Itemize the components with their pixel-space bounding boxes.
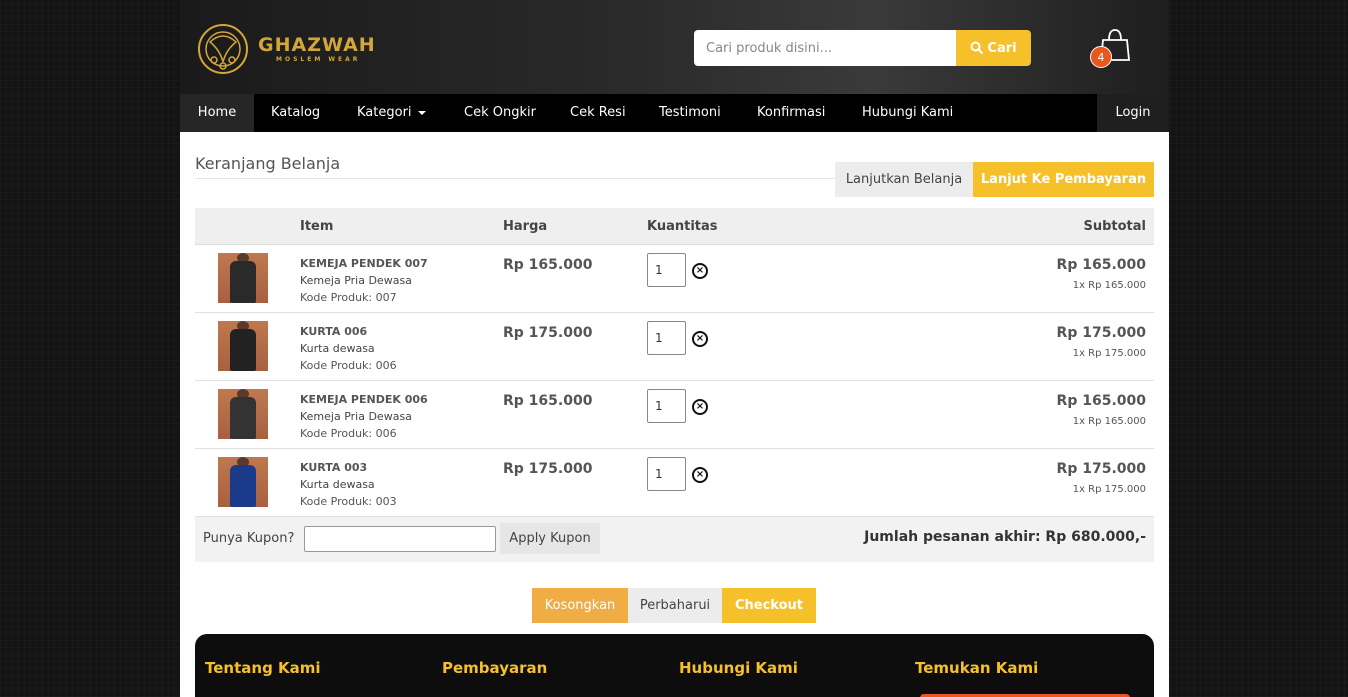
header-qty: Kuantitas	[647, 219, 718, 234]
brand-tagline: MOSLEM WEAR	[276, 56, 361, 63]
checkout-button[interactable]: Checkout	[722, 588, 816, 623]
product-category: Kurta dewasa	[300, 342, 375, 355]
login-button[interactable]: Login	[1097, 94, 1169, 132]
brand-logo[interactable]: GHAZWAH MOSLEM WEAR	[196, 22, 376, 78]
footer-heading-about: Tentang Kami	[205, 659, 321, 677]
product-price: Rp 165.000	[503, 393, 593, 409]
header-subtotal: Subtotal	[1083, 219, 1146, 234]
product-thumbnail[interactable]	[218, 457, 268, 507]
remove-item-icon[interactable]: ×	[692, 331, 708, 347]
header-price: Harga	[503, 219, 548, 234]
main-nav: Home Katalog Kategori Cek Ongkir Cek Res…	[180, 94, 1169, 132]
search-input[interactable]	[694, 30, 956, 66]
quantity-input[interactable]	[647, 253, 686, 287]
caret-down-icon	[417, 110, 426, 115]
cart-table: Item Harga Kuantitas Subtotal KEMEJA PEN…	[195, 208, 1154, 562]
cart-button[interactable]: 4	[1090, 26, 1130, 68]
nav-label: Cek Resi	[570, 105, 626, 120]
product-category: Kurta dewasa	[300, 478, 375, 491]
nav-label: Cek Ongkir	[464, 105, 536, 120]
cart-row: KURTA 003 Kurta dewasa Kode Produk: 003 …	[195, 449, 1154, 517]
empty-cart-button[interactable]: Kosongkan	[532, 588, 628, 623]
product-price: Rp 175.000	[503, 325, 593, 341]
quantity-input[interactable]	[647, 457, 686, 491]
nav-item-testimoni[interactable]: Testimoni	[659, 94, 721, 132]
nav-item-cek-resi[interactable]: Cek Resi	[570, 94, 626, 132]
row-subtotal: Rp 165.000	[1056, 393, 1146, 409]
product-name[interactable]: KEMEJA PENDEK 006	[300, 393, 428, 406]
row-subtotal-note: 1x Rp 175.000	[1072, 484, 1146, 495]
remove-item-icon[interactable]: ×	[692, 399, 708, 415]
logo-emblem-icon	[198, 24, 248, 74]
row-subtotal-note: 1x Rp 165.000	[1072, 280, 1146, 291]
row-subtotal-note: 1x Rp 165.000	[1072, 416, 1146, 427]
product-code: Kode Produk: 007	[300, 291, 397, 304]
product-name[interactable]: KURTA 006	[300, 325, 367, 338]
nav-item-kategori[interactable]: Kategori	[357, 94, 426, 132]
nav-item-cek-ongkir[interactable]: Cek Ongkir	[464, 94, 536, 132]
product-category: Kemeja Pria Dewasa	[300, 410, 412, 423]
quantity-input[interactable]	[647, 321, 686, 355]
nav-item-home[interactable]: Home	[180, 94, 254, 132]
product-thumbnail[interactable]	[218, 389, 268, 439]
product-price: Rp 165.000	[503, 257, 593, 273]
product-shirt	[230, 329, 256, 371]
remove-item-icon[interactable]: ×	[692, 467, 708, 483]
search-button[interactable]: Cari	[956, 30, 1031, 66]
cart-page: Keranjang Belanja Lanjutkan Belanja Lanj…	[180, 132, 1169, 697]
continue-shopping-button[interactable]: Lanjutkan Belanja	[835, 162, 973, 197]
product-name[interactable]: KURTA 003	[300, 461, 367, 474]
product-code: Kode Produk: 006	[300, 359, 397, 372]
nav-item-hubungi-kami[interactable]: Hubungi Kami	[862, 94, 953, 132]
update-cart-button[interactable]: Perbaharui	[628, 588, 722, 623]
proceed-to-payment-button[interactable]: Lanjut Ke Pembayaran	[973, 162, 1154, 197]
product-code: Kode Produk: 003	[300, 495, 397, 508]
nav-label: Katalog	[271, 105, 321, 120]
title-divider	[195, 178, 835, 179]
product-thumbnail[interactable]	[218, 253, 268, 303]
site-header: GHAZWAH MOSLEM WEAR Cari 4	[180, 0, 1169, 94]
row-subtotal: Rp 175.000	[1056, 461, 1146, 477]
page-wrapper: GHAZWAH MOSLEM WEAR Cari 4 Home Katalog …	[180, 0, 1169, 697]
footer-heading-contact: Hubungi Kami	[679, 659, 798, 677]
remove-item-icon[interactable]: ×	[692, 263, 708, 279]
product-name[interactable]: KEMEJA PENDEK 007	[300, 257, 428, 270]
cart-row: KEMEJA PENDEK 006 Kemeja Pria Dewasa Kod…	[195, 381, 1154, 449]
nav-item-konfirmasi[interactable]: Konfirmasi	[757, 94, 825, 132]
product-shirt	[230, 397, 256, 439]
product-shirt	[230, 465, 256, 507]
product-thumbnail[interactable]	[218, 321, 268, 371]
nav-item-katalog[interactable]: Katalog	[271, 94, 320, 132]
row-subtotal-note: 1x Rp 175.000	[1072, 348, 1146, 359]
product-category: Kemeja Pria Dewasa	[300, 274, 412, 287]
nav-label: Home	[197, 105, 237, 120]
search-icon	[970, 41, 984, 55]
cart-row: KEMEJA PENDEK 007 Kemeja Pria Dewasa Kod…	[195, 245, 1154, 313]
brand-name: GHAZWAH	[258, 34, 376, 56]
apply-coupon-button[interactable]: Apply Kupon	[500, 523, 600, 554]
page-title: Keranjang Belanja	[195, 154, 341, 173]
header-item: Item	[300, 219, 334, 234]
footer-heading-social: Temukan Kami	[915, 659, 1039, 677]
cart-table-header: Item Harga Kuantitas Subtotal	[195, 208, 1154, 245]
footer-heading-payment: Pembayaran	[442, 659, 548, 677]
coupon-input[interactable]	[304, 526, 496, 552]
quantity-input[interactable]	[647, 389, 686, 423]
search-button-label: Cari	[987, 40, 1017, 56]
product-price: Rp 175.000	[503, 461, 593, 477]
cart-row: KURTA 006 Kurta dewasa Kode Produk: 006 …	[195, 313, 1154, 381]
product-shirt	[230, 261, 256, 303]
nav-label: Konfirmasi	[757, 105, 826, 120]
nav-label: Kategori	[357, 105, 412, 120]
cart-summary-row: Punya Kupon? Apply Kupon Jumlah pesanan …	[195, 517, 1154, 562]
nav-label: Hubungi Kami	[862, 105, 954, 120]
site-footer: Tentang Kami Pembayaran Hubungi Kami Tem…	[195, 634, 1154, 697]
product-code: Kode Produk: 006	[300, 427, 397, 440]
row-subtotal: Rp 165.000	[1056, 257, 1146, 273]
nav-label: Testimoni	[659, 105, 721, 120]
row-subtotal: Rp 175.000	[1056, 325, 1146, 341]
order-total: Jumlah pesanan akhir: Rp 680.000,-	[864, 529, 1146, 545]
coupon-label: Punya Kupon?	[203, 531, 295, 546]
cart-count-badge: 4	[1090, 46, 1112, 68]
